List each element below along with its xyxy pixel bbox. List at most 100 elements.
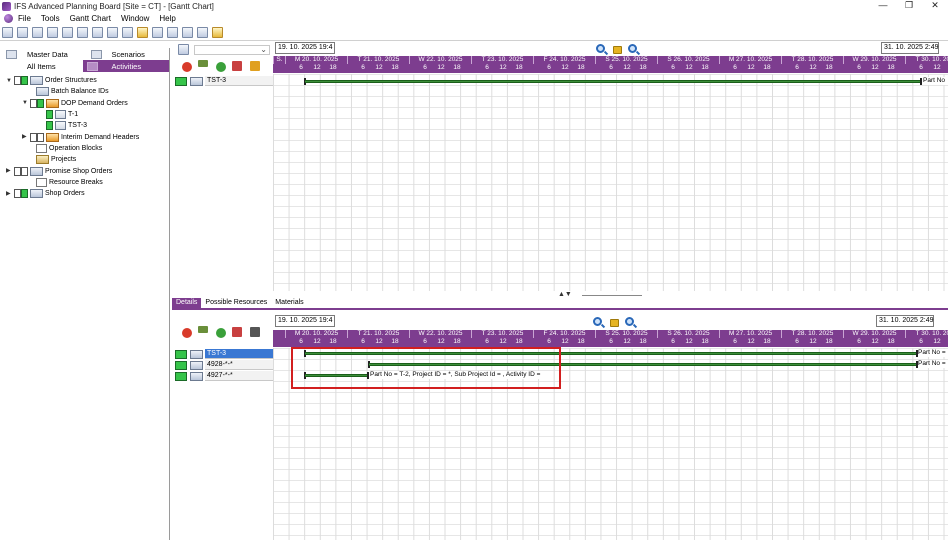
end-date-field[interactable]: 31. 10. 2025 2:49 <box>881 42 939 54</box>
zoom-in-icon[interactable] <box>596 44 605 53</box>
tree-item[interactable]: ▼ Order Structures <box>0 75 169 86</box>
settings-icon[interactable] <box>250 327 260 337</box>
timeline-hour: 6 <box>671 64 675 71</box>
tab-scenarios[interactable]: Scenarios <box>85 48 170 60</box>
export-icon[interactable] <box>62 27 73 38</box>
filter-combo[interactable]: ⌄ <box>194 45 270 55</box>
timeline-hour: 12 <box>375 64 383 71</box>
main-toolbar <box>0 25 948 41</box>
tab-activities[interactable]: Activities <box>82 60 169 72</box>
save-icon[interactable] <box>32 27 43 38</box>
menu-gantt-chart[interactable]: Gantt Chart <box>70 14 111 23</box>
tab-possible-resources[interactable]: Possible Resources <box>201 298 271 308</box>
timeline-hour: 12 <box>437 64 445 71</box>
tab-details[interactable]: Details <box>172 298 202 308</box>
lock-icon[interactable] <box>610 319 619 327</box>
tab-master-data[interactable]: Master Data <box>0 48 85 60</box>
tree-item[interactable]: ▼ DOP Demand Orders <box>0 98 169 109</box>
bottom-gantt-chart: 19. 10. 2025 19:4 31. 10. 2025 2:49 M 20… <box>172 312 948 540</box>
timeline-hour: 12 <box>685 64 693 71</box>
maximize-button[interactable]: ❐ <box>896 0 922 12</box>
zoom-out-icon[interactable] <box>628 44 637 53</box>
start-date-field[interactable]: 19. 10. 2025 19:4 <box>275 42 335 54</box>
remove-icon[interactable] <box>182 328 192 338</box>
tree-item[interactable]: Resource Breaks <box>0 177 169 188</box>
tab-materials[interactable]: Materials <box>271 298 307 308</box>
tile-white-icon[interactable] <box>30 98 37 108</box>
zoom-out-icon[interactable] <box>625 317 634 326</box>
color-icon[interactable] <box>250 61 260 71</box>
tile-white-icon[interactable] <box>14 189 21 199</box>
open-icon[interactable] <box>17 27 28 38</box>
collapse-icon[interactable]: ▼ <box>22 100 28 106</box>
collapse-icon[interactable]: ▼ <box>6 78 12 84</box>
timeline-hour: 12 <box>561 338 569 345</box>
tree-item[interactable]: TST-3 <box>0 120 169 131</box>
expand-icon[interactable]: ▶ <box>6 191 12 197</box>
layout-icon[interactable] <box>77 27 88 38</box>
delete-icon[interactable] <box>232 327 242 337</box>
tree-item[interactable]: T-1 <box>0 109 169 120</box>
tile-white-icon[interactable] <box>37 132 44 142</box>
menu-tools[interactable]: Tools <box>41 14 60 23</box>
expand-icon[interactable]: ▶ <box>6 168 12 174</box>
menu-window[interactable]: Window <box>121 14 149 23</box>
tile-green-icon[interactable] <box>46 121 53 131</box>
tree-item[interactable]: ▶ Promise Shop Orders <box>0 165 169 176</box>
chart-icon[interactable] <box>137 27 148 38</box>
gantt-row-label[interactable]: 4927-*-* <box>175 371 281 381</box>
start-date-field[interactable]: 19. 10. 2025 19:4 <box>275 315 335 327</box>
timeline-hour: 18 <box>887 338 895 345</box>
tree-item[interactable]: ▶ Interim Demand Headers <box>0 131 169 142</box>
tile-green-icon[interactable] <box>46 110 53 120</box>
close-button[interactable]: ✕ <box>922 0 948 12</box>
print-icon[interactable] <box>167 27 178 38</box>
ifs-logo-icon[interactable] <box>4 13 13 23</box>
gantt-grid[interactable]: Part No <box>273 74 948 291</box>
tab-all-items[interactable]: All Items <box>0 60 83 72</box>
tile-white-icon[interactable] <box>30 132 37 142</box>
layout-icon[interactable] <box>178 44 189 55</box>
tree-item[interactable]: Batch Balance IDs <box>0 86 169 97</box>
gantt-row-label[interactable]: TST-3 <box>175 76 281 86</box>
table-icon[interactable] <box>107 27 118 38</box>
tree-item[interactable]: Projects <box>0 154 169 165</box>
list-icon[interactable] <box>92 27 103 38</box>
tile-green-icon[interactable] <box>21 76 28 86</box>
view-icon[interactable] <box>152 27 163 38</box>
camera-icon[interactable] <box>182 27 193 38</box>
tools-icon[interactable] <box>197 27 208 38</box>
timeline-hour: 6 <box>361 338 365 345</box>
minimize-button[interactable]: — <box>870 0 896 12</box>
tile-green-icon[interactable] <box>21 189 28 199</box>
save-all-icon[interactable] <box>47 27 58 38</box>
menu-file[interactable]: File <box>18 14 31 23</box>
tile-white-icon[interactable] <box>14 76 21 86</box>
tile-white-icon[interactable] <box>14 166 21 176</box>
timeline-hour: 18 <box>887 64 895 71</box>
add-icon[interactable] <box>216 62 226 72</box>
tile-green-icon[interactable] <box>37 98 44 108</box>
menu-help[interactable]: Help <box>159 14 175 23</box>
end-date-field[interactable]: 31. 10. 2025 2:49 <box>876 315 934 327</box>
tree-item[interactable]: ▶ Shop Orders <box>0 188 169 199</box>
gantt-row-label[interactable]: 4928-*-* <box>175 360 281 370</box>
activity-bar[interactable] <box>305 80 921 83</box>
gantt-row-label[interactable]: TST-3 <box>175 349 281 359</box>
gantt-grid[interactable]: Part No = Part No = Part No = T-2, Proje… <box>273 347 948 540</box>
timeline-hour: 18 <box>515 338 523 345</box>
lock-icon[interactable] <box>613 46 622 54</box>
split-icon[interactable] <box>198 60 208 67</box>
lightbulb-icon[interactable] <box>212 27 223 38</box>
delete-icon[interactable] <box>232 61 242 71</box>
remove-icon[interactable] <box>182 62 192 72</box>
splitter-arrows-icon[interactable]: ▲▼ <box>558 291 572 298</box>
window-icon[interactable] <box>122 27 133 38</box>
run-icon[interactable] <box>2 27 13 38</box>
split-icon[interactable] <box>198 326 208 333</box>
tree-item[interactable]: Operation Blocks <box>0 143 169 154</box>
zoom-in-icon[interactable] <box>593 317 602 326</box>
expand-icon[interactable]: ▶ <box>22 134 28 140</box>
tile-white-icon[interactable] <box>21 166 28 176</box>
add-icon[interactable] <box>216 328 226 338</box>
